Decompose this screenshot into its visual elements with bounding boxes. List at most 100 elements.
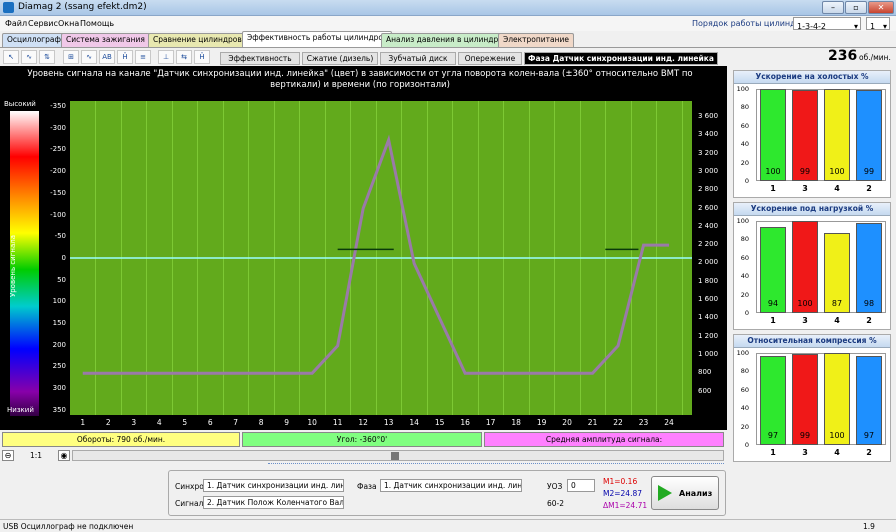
menu-help[interactable]: Помощь <box>80 19 114 28</box>
panel-axis-label: 100 <box>736 217 749 225</box>
rpm-tick-label: 2 800 <box>698 185 719 194</box>
y-tick-label: 50 <box>57 275 66 284</box>
zoom-level: 1:1 <box>30 451 43 460</box>
wave-tool-icon[interactable]: ∿ <box>21 50 37 64</box>
subtab-advance[interactable]: Опережение <box>458 52 522 65</box>
curve-tool-icon[interactable]: ∿ <box>81 50 97 64</box>
bar-value-label: 94 <box>767 299 779 308</box>
grid-tool-icon[interactable]: ⊞ <box>63 50 79 64</box>
record-button[interactable]: ◉ <box>58 450 70 461</box>
rpm-tick-label: 3 600 <box>698 112 719 120</box>
panel-axis-label: 40 <box>740 272 749 281</box>
firing-order-select[interactable]: 1-3-4-2 ▾ <box>793 17 861 30</box>
chart-panel: Ускорение на холостых % 100 80 60 40 20 0 100 1 9… <box>733 70 891 198</box>
subtab-phase[interactable]: Фаза Датчик синхронизации инд. линейка <box>524 52 718 65</box>
scale-tool-icon[interactable]: ⇅ <box>39 50 55 64</box>
panel-axis-label: 80 <box>740 103 749 112</box>
chevron-down-icon: ▾ <box>853 22 858 30</box>
delta-readout: ΔM1=24.71 <box>603 501 648 510</box>
y-tick-label: 200 <box>52 340 66 349</box>
rpm-tick-label: 3 400 <box>698 130 719 139</box>
x-tick-label: 9 <box>284 418 290 427</box>
heatmap-svg <box>70 134 692 375</box>
x-tick-label: 20 <box>562 418 572 427</box>
phase-value: 1. Датчик синхронизации инд. лин <box>384 481 522 490</box>
swap-tool-icon[interactable]: ⇆ <box>176 50 192 64</box>
tab-oscilloscope[interactable]: Осциллограф <box>2 33 66 47</box>
signal-value: 2. Датчик Полож Коленчатого Вал <box>207 498 344 507</box>
bar-category-label: 3 <box>802 184 808 193</box>
sync-label: Синхро: <box>175 482 207 491</box>
signal-select[interactable]: 2. Датчик Полож Коленчатого Вал <box>203 496 344 509</box>
timeline-scrollbar[interactable] <box>72 450 724 461</box>
bar-value-label: 100 <box>829 431 845 440</box>
subtab-tooth-disk[interactable]: Зубчатый диск <box>380 52 456 65</box>
scroll-thumb[interactable] <box>391 452 399 460</box>
subtab-compression[interactable]: Сжатие (дизель) <box>302 52 378 65</box>
tab-efficiency[interactable]: Эффективность работы цилиндров <box>242 31 393 47</box>
phase-select[interactable]: 1. Датчик синхронизации инд. лин <box>380 479 522 492</box>
menu-file[interactable]: Файл <box>5 19 27 28</box>
legend-high: Высокий <box>4 100 36 108</box>
menu-windows[interactable]: Окна <box>58 19 79 28</box>
x-tick-label: 2 <box>105 418 111 427</box>
firing-order-value: 1-3-4-2 <box>797 22 827 30</box>
analyze-button[interactable]: Анализ <box>651 476 719 510</box>
bar-category-label: 1 <box>770 316 776 325</box>
tab-cylinder-compare[interactable]: Сравнение цилиндров <box>148 33 247 47</box>
rpm-tick-label: 600 <box>698 386 712 395</box>
uoz-label: УОЗ <box>547 482 563 491</box>
cursor-tool-icon[interactable]: ↖ <box>3 50 19 64</box>
status-text: USB Осциллограф не подключен <box>3 522 134 531</box>
rpm-tick-label: 1 600 <box>698 295 719 303</box>
bar-value-label: 100 <box>797 299 813 308</box>
bar-category-label: 1 <box>770 184 776 193</box>
menu-service[interactable]: Сервис <box>28 19 58 28</box>
x-tick-label: 21 <box>587 418 598 427</box>
status-bar: USB Осциллограф не подключен 1.9 <box>0 519 896 532</box>
close-button[interactable]: ✕ <box>868 1 894 14</box>
maximize-button[interactable]: ▫ <box>845 1 867 14</box>
app-icon <box>3 2 14 13</box>
tab-ignition[interactable]: Система зажигания <box>61 33 150 47</box>
x-tick-label: 3 <box>131 418 137 427</box>
panel-axis-label: 0 <box>744 441 749 449</box>
x-tick-label: 19 <box>536 418 547 427</box>
bar-category-label: 2 <box>866 316 872 325</box>
rpm-value: 236 <box>828 48 858 64</box>
tab-power[interactable]: Электропитание <box>498 33 575 47</box>
x-tick-label: 10 <box>307 418 317 427</box>
subtab-efficiency[interactable]: Эффективность <box>220 52 300 65</box>
uoz-input[interactable]: 0 <box>567 479 595 492</box>
y-tick-label: 250 <box>52 362 66 371</box>
panel-axis-label: 80 <box>740 235 749 244</box>
bar-category-label: 2 <box>866 448 872 457</box>
m2-readout: M2=24.87 <box>603 489 642 498</box>
zoom-out-button[interactable]: ⊖ <box>2 450 14 461</box>
heatmap-plot[interactable] <box>70 101 692 415</box>
y-tick-label: -300 <box>50 123 66 132</box>
bar-value-label: 99 <box>863 167 875 176</box>
minimize-button[interactable]: – <box>822 1 844 14</box>
phase-label: Фаза <box>357 482 377 491</box>
x-tick-label: 8 <box>258 418 264 427</box>
splitter[interactable] <box>268 463 724 467</box>
hist-tool-icon[interactable]: ⊥ <box>158 50 174 64</box>
chevron-down-icon: ▾ <box>882 22 887 30</box>
marker-tool-icon[interactable]: Ĥ <box>117 50 133 64</box>
tab-pressure[interactable]: Анализ давления в цилиндре <box>381 33 508 47</box>
list-tool-icon[interactable]: ≡ <box>135 50 151 64</box>
y-tick-label: -50 <box>54 232 66 241</box>
chart-title: Уровень сигнала на канале "Датчик синхро… <box>27 69 693 90</box>
cylinder-value: 1 <box>870 22 876 30</box>
y-tick-label: -150 <box>50 188 66 197</box>
sync-select[interactable]: 1. Датчик синхронизации инд. лин <box>203 479 344 492</box>
sync-tool-icon[interactable]: Ĥ <box>194 50 210 64</box>
x-tick-label: 22 <box>613 418 623 427</box>
legend-low: Низкий <box>7 406 34 414</box>
bar-category-label: 4 <box>834 448 840 457</box>
ab-tool-icon[interactable]: AB <box>99 50 115 64</box>
angle-info: Угол: -360°0' <box>242 432 482 447</box>
cylinder-select[interactable]: 1 ▾ <box>866 17 890 30</box>
panel-title: Ускорение под нагрузкой % <box>734 203 890 216</box>
